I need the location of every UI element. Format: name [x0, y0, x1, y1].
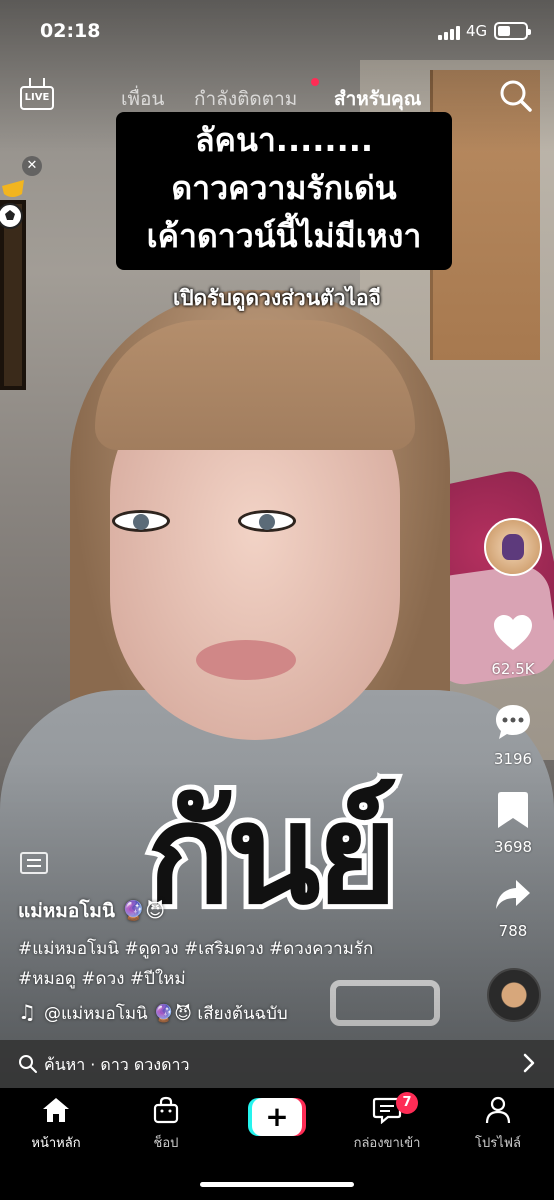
- nav-profile-label: โปรไฟล์: [475, 1136, 521, 1151]
- save-count: 3698: [493, 838, 533, 856]
- status-time: 02:18: [40, 20, 101, 42]
- bookmark-icon: [498, 792, 528, 828]
- comment-button[interactable]: 3196: [476, 702, 550, 768]
- post-description: #แม่หมอโมนิ #ดูดวง #เสริมดวง #ดวงความรัก…: [18, 934, 478, 994]
- like-count: 62.5K: [491, 660, 535, 678]
- creator-avatar[interactable]: [484, 518, 542, 576]
- status-bar: 02:18 4G: [0, 0, 554, 66]
- video-caption: ลัคนา........ ดาวความรักเด่น เค้าดาวน์นี…: [116, 112, 452, 270]
- following-new-dot: [311, 78, 319, 86]
- plus-icon: +: [252, 1098, 302, 1136]
- save-button[interactable]: 3698: [476, 790, 550, 856]
- nav-profile[interactable]: โปรไฟล์: [448, 1096, 548, 1153]
- live-button[interactable]: LIVE: [18, 78, 58, 112]
- caption-line-1: ลัคนา........: [194, 121, 374, 159]
- network-type: 4G: [466, 22, 488, 40]
- hashtags-line-1[interactable]: #แม่หมอโมนิ #ดูดวง #เสริมดวง #ดวงความรัก: [18, 934, 478, 964]
- search-icon: [500, 80, 532, 112]
- live-label: LIVE: [20, 86, 54, 110]
- search-suggestion-bar[interactable]: ค้นหา · ดาว ดวงดาว: [0, 1040, 554, 1088]
- share-icon: [496, 880, 530, 909]
- search-suggestion-text: ค้นหา · ดาว ดวงดาว: [44, 1055, 190, 1074]
- search-button[interactable]: [498, 78, 534, 114]
- live-antenna-icon: [29, 78, 45, 86]
- signal-icon: [438, 26, 460, 40]
- sound-title: @แม่หมอโมนิ 🔮😈 เสียงต้นฉบับ: [43, 1004, 288, 1024]
- tab-friends[interactable]: เพื่อน: [121, 84, 164, 114]
- share-count: 788: [498, 922, 528, 940]
- inbox-badge: 7: [396, 1092, 418, 1114]
- person-icon: [485, 1096, 511, 1124]
- video-sub-caption: เปิดรับดูดวงส่วนตัวไอจี: [173, 286, 381, 310]
- nav-shop-label: ช็อป: [153, 1136, 179, 1151]
- heart-icon: [494, 615, 532, 650]
- caption-line-3: เค้าดาวน์นี้ไม่มีเหงา: [146, 217, 422, 255]
- search-icon: [19, 1055, 37, 1073]
- closed-captions-icon[interactable]: [20, 852, 48, 874]
- close-icon[interactable]: ✕: [22, 156, 42, 176]
- nav-inbox-label: กล่องขาเข้า: [353, 1136, 421, 1151]
- comment-icon: [496, 705, 530, 739]
- sound-info[interactable]: ♫ @แม่หมอโมนิ 🔮😈 เสียงต้นฉบับ: [18, 1000, 288, 1027]
- music-note-icon: ♫: [18, 1000, 36, 1024]
- author-name[interactable]: แม่หมอโมนิ 🔮😈: [18, 896, 165, 926]
- home-indicator: [200, 1182, 354, 1187]
- shopping-bag-icon: [153, 1096, 179, 1124]
- nav-shop[interactable]: ช็อป: [116, 1096, 216, 1153]
- nav-home-label: หน้าหลัก: [31, 1136, 81, 1151]
- tab-following[interactable]: กำลังติดตาม: [194, 84, 297, 114]
- like-button[interactable]: 62.5K: [476, 614, 550, 678]
- share-button[interactable]: 788: [476, 876, 550, 940]
- nav-inbox[interactable]: กล่องขาเข้า: [337, 1096, 437, 1153]
- caption-line-2: ดาวความรักเด่น: [171, 169, 397, 207]
- battery-icon: [494, 22, 531, 40]
- hashtags-line-2[interactable]: #หมอดู #ดวง #ปีใหม่: [18, 964, 478, 994]
- trophy-icon[interactable]: [0, 176, 32, 232]
- nav-home[interactable]: หน้าหลัก: [6, 1096, 106, 1153]
- music-disc-icon[interactable]: [487, 968, 541, 1022]
- tab-for-you[interactable]: สำหรับคุณ: [334, 84, 421, 114]
- comment-count: 3196: [493, 750, 533, 768]
- chevron-right-icon: [523, 1053, 535, 1073]
- home-icon: [43, 1098, 69, 1122]
- create-button[interactable]: +: [248, 1098, 306, 1136]
